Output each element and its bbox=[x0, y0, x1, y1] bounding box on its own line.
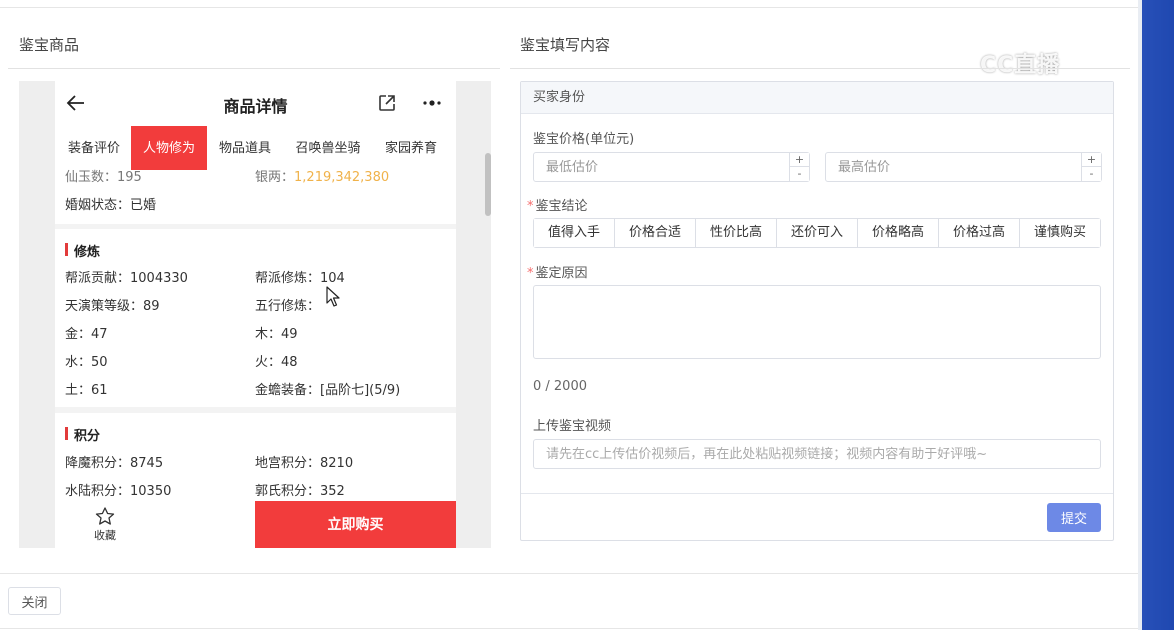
video-link-input[interactable] bbox=[533, 439, 1101, 469]
min-price-input[interactable] bbox=[534, 153, 789, 181]
cultivation-item: 天演策等级：89 bbox=[65, 299, 160, 314]
silver-row: 银两：1,219,342,380 bbox=[255, 166, 389, 185]
watermark: CC直播 bbox=[980, 53, 1061, 78]
cultivation-card: 修炼 帮派贡献：1004330 帮派修炼：104 天演策等级：89 五行修炼： … bbox=[55, 229, 456, 407]
reason-label: * 鉴定原因 bbox=[527, 262, 588, 281]
max-price-increment[interactable]: + bbox=[1081, 153, 1101, 167]
top-divider bbox=[0, 7, 1138, 8]
more-icon[interactable] bbox=[421, 93, 443, 113]
required-mark: * bbox=[527, 266, 534, 281]
min-price-increment[interactable]: + bbox=[789, 153, 809, 167]
min-price-decrement[interactable]: - bbox=[789, 167, 809, 181]
buy-now-button[interactable]: 立即购买 bbox=[255, 501, 456, 548]
cultivation-item: 木：49 bbox=[255, 327, 298, 342]
conclusion-label-text: 鉴宝结论 bbox=[535, 199, 588, 214]
max-price-input[interactable] bbox=[826, 153, 1081, 181]
bottom-divider bbox=[0, 628, 1138, 629]
tab-home[interactable]: 家园养育 bbox=[377, 126, 445, 170]
verdict-group: 值得入手 价格合适 性价比高 还价可入 价格略高 价格过高 谨慎购买 bbox=[533, 218, 1101, 248]
share-icon[interactable] bbox=[377, 93, 397, 113]
verdict-option[interactable]: 价格过高 bbox=[939, 219, 1020, 247]
right-section-divider bbox=[510, 68, 1130, 69]
cultivation-item: 火：48 bbox=[255, 355, 298, 370]
appraisal-form: 买家身份 鉴宝价格(单位元) + - + - *鉴宝结论 值得入手 价格合适 性… bbox=[520, 81, 1114, 541]
conclusion-label: * 鉴宝结论 bbox=[527, 195, 588, 214]
points-item: 降魔积分：8745 bbox=[65, 456, 164, 471]
form-footer-divider bbox=[521, 493, 1113, 494]
max-price-decrement[interactable]: - bbox=[1081, 167, 1101, 181]
cultivation-item: 五行修炼： bbox=[255, 299, 321, 314]
video-label: 上传鉴宝视频 bbox=[533, 419, 612, 434]
verdict-option[interactable]: 性价比高 bbox=[696, 219, 777, 247]
submit-button[interactable]: 提交 bbox=[1047, 503, 1101, 532]
verdict-option[interactable]: 价格略高 bbox=[858, 219, 939, 247]
tab-summons-mounts[interactable]: 召唤兽坐骑 bbox=[287, 126, 369, 170]
max-price-input-wrap: + - bbox=[825, 152, 1102, 182]
min-price-input-wrap: + - bbox=[533, 152, 810, 182]
verdict-option[interactable]: 谨慎购买 bbox=[1020, 219, 1100, 247]
verdict-option[interactable]: 值得入手 bbox=[534, 219, 615, 247]
required-mark: * bbox=[527, 199, 534, 214]
cultivation-item: 帮派贡献：1004330 bbox=[65, 271, 188, 286]
cultivation-item: 水：50 bbox=[65, 355, 108, 370]
silver-value: 1,219,342,380 bbox=[294, 170, 390, 185]
favorite-button[interactable]: 收藏 bbox=[91, 507, 119, 543]
star-icon bbox=[95, 507, 115, 525]
cultivation-heading: 修炼 bbox=[65, 241, 100, 260]
phone-tabs: 装备评价 人物修为 物品道具 召唤兽坐骑 家园养育 bbox=[55, 126, 456, 170]
cultivation-item: 土：61 bbox=[65, 383, 108, 398]
reason-label-text: 鉴定原因 bbox=[535, 266, 588, 281]
right-edge-bar bbox=[1142, 0, 1174, 630]
cultivation-item: 帮派修炼：104 bbox=[255, 271, 345, 286]
mouse-cursor-icon bbox=[326, 286, 340, 307]
tab-items[interactable]: 物品道具 bbox=[211, 126, 279, 170]
phone-header: 商品详情 bbox=[55, 81, 456, 127]
buyer-identity-header: 买家身份 bbox=[521, 82, 1113, 114]
left-section-divider bbox=[8, 68, 500, 69]
phone-bottom-bar: 收藏 立即购买 bbox=[55, 501, 456, 548]
close-button[interactable]: 关闭 bbox=[8, 587, 61, 615]
points-card: 积分 降魔积分：8745 地宫积分：8210 水陆积分：10350 郭氏积分：3… bbox=[55, 413, 456, 503]
phone-scrollbar[interactable] bbox=[485, 153, 491, 216]
marital-status: 婚姻状态：已婚 bbox=[65, 198, 157, 213]
char-counter: 0 / 2000 bbox=[533, 379, 587, 394]
favorite-label: 收藏 bbox=[94, 529, 116, 542]
points-item: 郭氏积分：352 bbox=[255, 484, 345, 499]
silver-label: 银两： bbox=[255, 170, 295, 185]
right-section-title: 鉴宝填写内容 bbox=[520, 36, 611, 54]
points-item: 水陆积分：10350 bbox=[65, 484, 172, 499]
cultivation-item: 金蟾装备：[品阶七](5/9) bbox=[255, 383, 401, 398]
tab-character-cultivation[interactable]: 人物修为 bbox=[131, 126, 207, 170]
left-section-title: 鉴宝商品 bbox=[19, 36, 80, 54]
verdict-option[interactable]: 还价可入 bbox=[777, 219, 858, 247]
cultivation-item: 金：47 bbox=[65, 327, 108, 342]
points-heading: 积分 bbox=[65, 425, 100, 444]
footer-divider bbox=[0, 573, 1138, 574]
verdict-option[interactable]: 价格合适 bbox=[615, 219, 696, 247]
jade-count: 仙玉数：195 bbox=[65, 170, 142, 185]
tab-equipment-review[interactable]: 装备评价 bbox=[59, 126, 129, 170]
points-item: 地宫积分：8210 bbox=[255, 456, 354, 471]
phone-preview: 商品详情 装备评价 人物修为 物品道具 召唤兽坐骑 家园养育 仙玉数：195 银… bbox=[55, 81, 456, 548]
profile-card: 仙玉数：195 银两：1,219,342,380 婚姻状态：已婚 bbox=[55, 170, 456, 224]
reason-textarea[interactable] bbox=[533, 285, 1101, 359]
price-label: 鉴宝价格(单位元) bbox=[533, 132, 635, 147]
